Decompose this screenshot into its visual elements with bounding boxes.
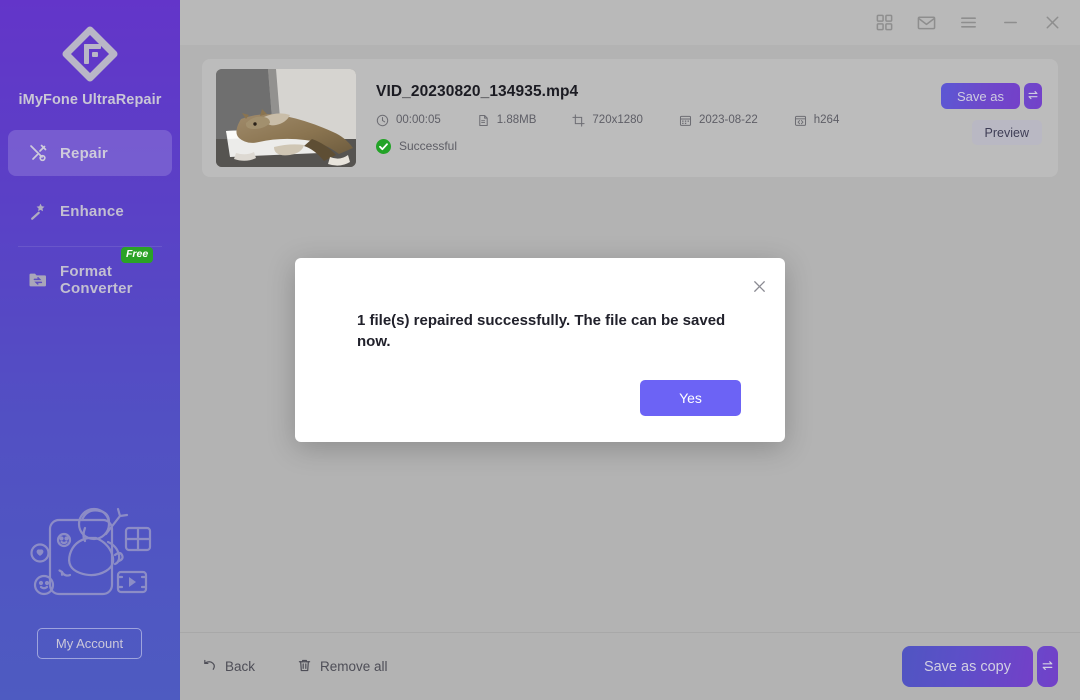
success-dialog: 1 file(s) repaired successfully. The fil… xyxy=(295,257,785,442)
dialog-message: 1 file(s) repaired successfully. The fil… xyxy=(357,311,726,350)
modal-overlay: 1 file(s) repaired successfully. The fil… xyxy=(0,0,1080,700)
dialog-confirm-button[interactable]: Yes xyxy=(640,379,741,416)
app-window: iMyFone UltraRepair Repair Enhance Forma… xyxy=(0,0,1080,700)
close-icon[interactable] xyxy=(749,277,769,297)
